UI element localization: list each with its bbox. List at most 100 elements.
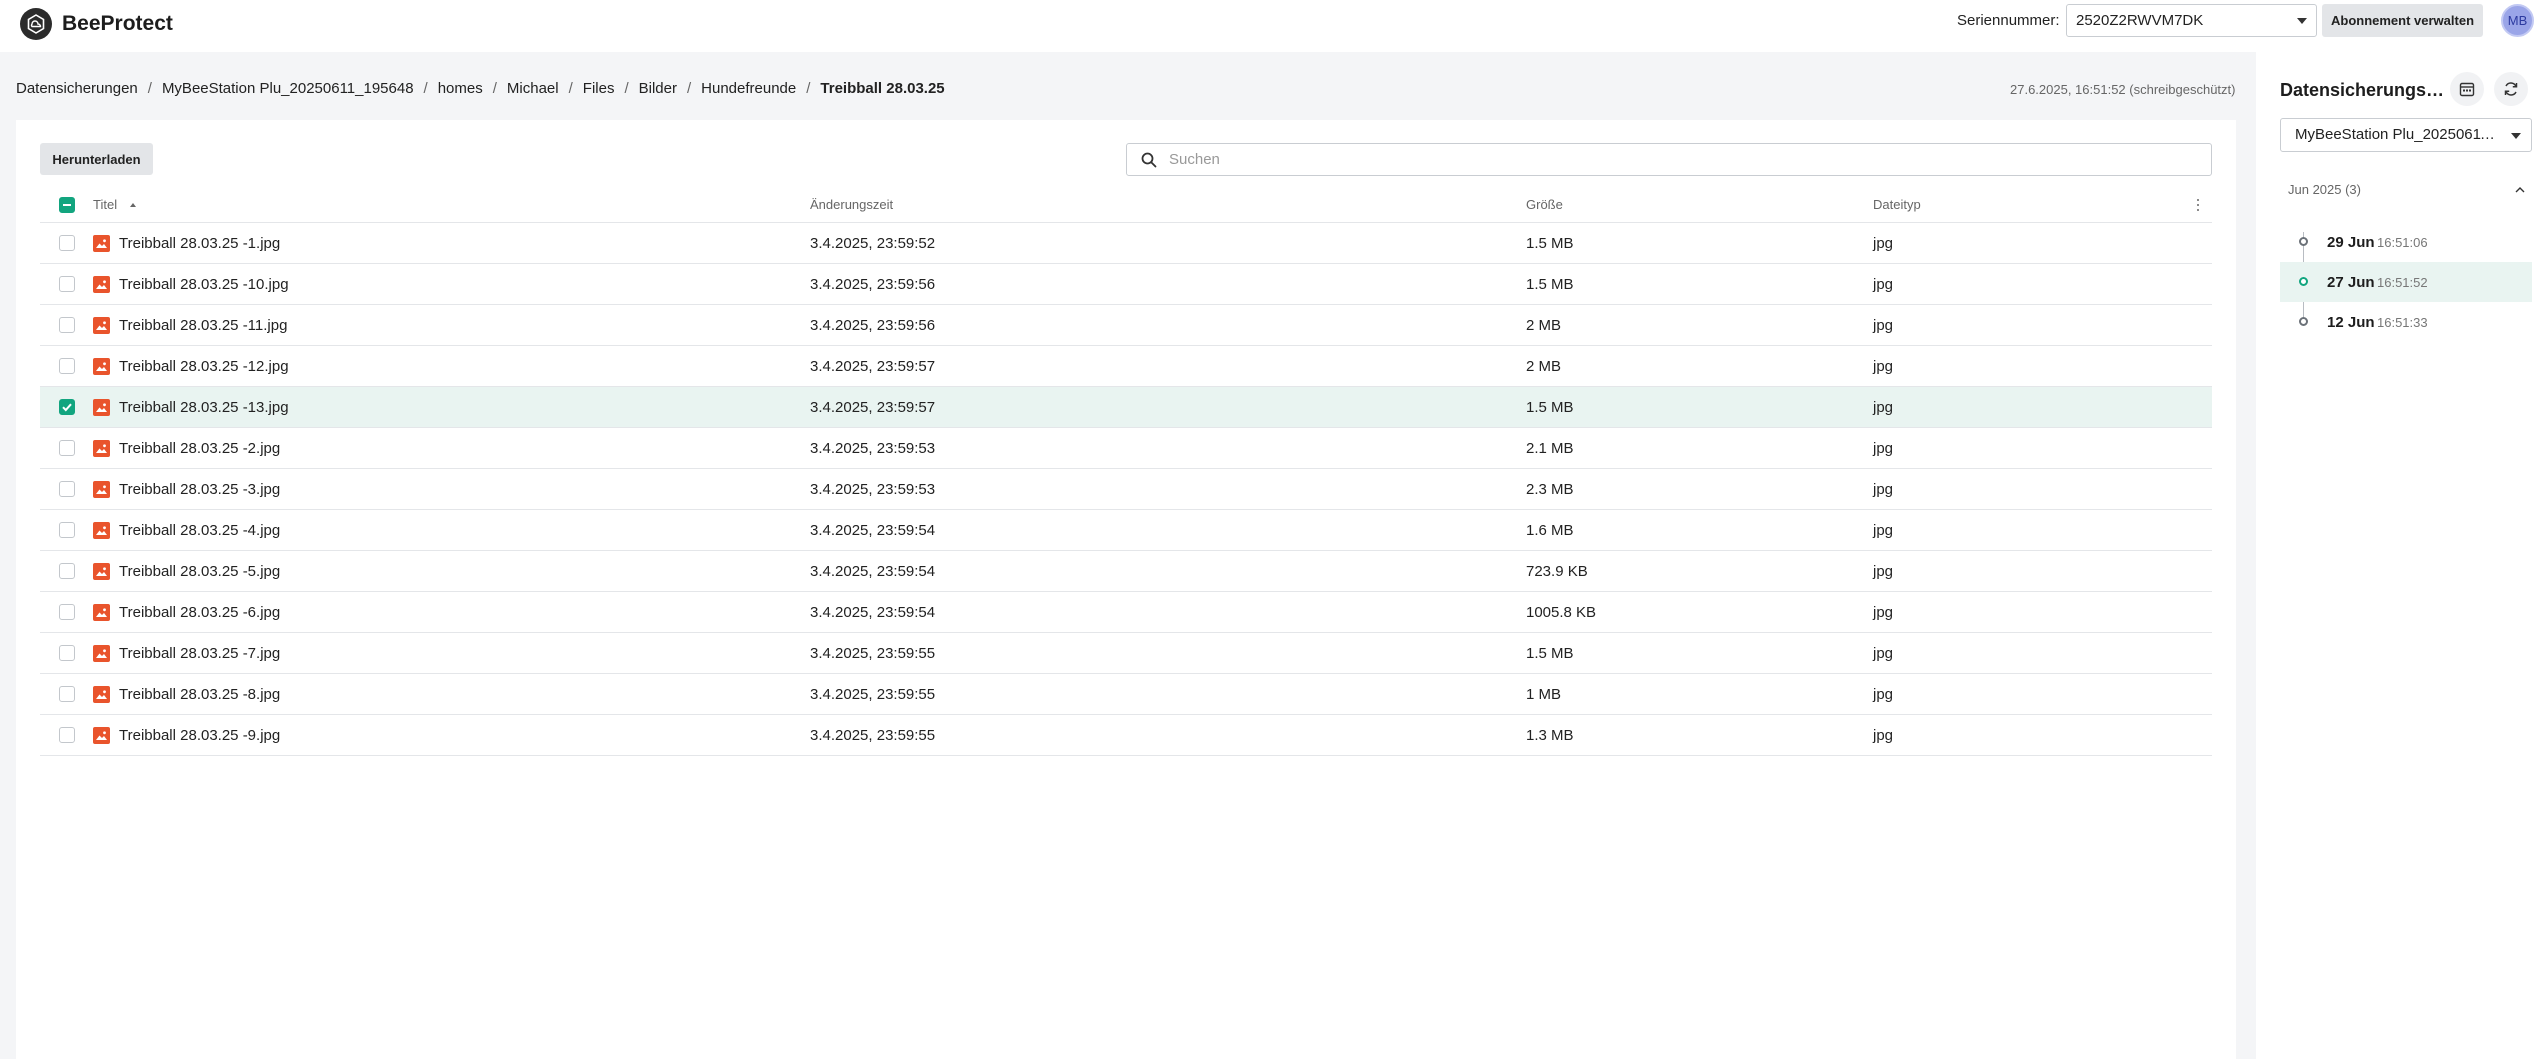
search-box[interactable] [1126, 143, 2212, 176]
breadcrumb-separator: / [806, 80, 811, 97]
snapshot-item[interactable]: 12 Jun 16:51:33 [2280, 302, 2532, 342]
image-file-icon [93, 562, 110, 580]
size-cell: 2.3 MB [1526, 480, 1574, 498]
snapshot-item[interactable]: 29 Jun 16:51:06 [2280, 222, 2532, 262]
column-header-size[interactable]: Größe [1526, 197, 1873, 212]
table-row[interactable]: Treibball 28.03.25 -12.jpg 3.4.2025, 23:5… [40, 346, 2212, 387]
table-row[interactable]: Treibball 28.03.25 -3.jpg 3.4.2025, 23:59… [40, 469, 2212, 510]
table-row[interactable]: Treibball 28.03.25 -11.jpg 3.4.2025, 23:5… [40, 305, 2212, 346]
select-all-checkbox[interactable] [58, 196, 75, 213]
file-name-cell[interactable]: Treibball 28.03.25 -4.jpg [93, 521, 810, 539]
table-row[interactable]: Treibball 28.03.25 -9.jpg 3.4.2025, 23:59… [40, 715, 2212, 756]
snapshot-date: 12 Jun [2327, 313, 2375, 331]
table-row[interactable]: Treibball 28.03.25 -7.jpg 3.4.2025, 23:59… [40, 633, 2212, 674]
refresh-button[interactable] [2494, 72, 2528, 106]
row-checkbox[interactable] [58, 604, 75, 620]
table-row[interactable]: Treibball 28.03.25 -4.jpg 3.4.2025, 23:59… [40, 510, 2212, 551]
search-icon [1141, 152, 1157, 167]
file-name-cell[interactable]: Treibball 28.03.25 -13.jpg [93, 398, 810, 416]
top-bar: BeeProtect Seriennummer: 2520Z2RWVM7DK A… [0, 0, 2538, 52]
modified-cell: 3.4.2025, 23:59:56 [810, 316, 936, 334]
snapshot-item[interactable]: 27 Jun 16:51:52 [2280, 262, 2532, 302]
type-cell: jpg [1873, 398, 1894, 416]
image-file-icon [93, 357, 110, 375]
breadcrumb-item-hundefreunde[interactable]: Hundefreunde [701, 80, 796, 97]
avatar[interactable]: MB [2501, 4, 2534, 37]
device-select[interactable]: MyBeeStation Plu_20250611_195648 [2280, 118, 2532, 152]
file-name-cell[interactable]: Treibball 28.03.25 -10.jpg [93, 275, 810, 293]
size-cell: 1.5 MB [1526, 234, 1574, 252]
row-checkbox[interactable] [58, 645, 75, 661]
size-cell: 2 MB [1526, 357, 1562, 375]
file-name-cell[interactable]: Treibball 28.03.25 -8.jpg [93, 685, 810, 703]
row-checkbox[interactable] [58, 317, 75, 333]
search-input[interactable] [1169, 151, 2169, 168]
breadcrumb-item-michael[interactable]: Michael [507, 80, 559, 97]
breadcrumb-item-datensicherungen[interactable]: Datensicherungen [16, 80, 138, 97]
row-checkbox[interactable] [58, 235, 75, 251]
type-cell: jpg [1873, 726, 1894, 744]
file-name-cell[interactable]: Treibball 28.03.25 -1.jpg [93, 234, 810, 252]
file-name-cell[interactable]: Treibball 28.03.25 -5.jpg [93, 562, 810, 580]
modified-cell: 3.4.2025, 23:59:55 [810, 644, 936, 662]
snapshot-info: 27.6.2025, 16:51:52 (schreibgeschützt) [2010, 82, 2236, 97]
type-cell: jpg [1873, 562, 1894, 580]
serial-number-label: Seriennummer: [1957, 12, 2060, 29]
breadcrumb-item-files[interactable]: Files [583, 80, 615, 97]
snapshot-time: 16:51:06 [2377, 234, 2428, 250]
snapshot-time: 16:51:52 [2377, 274, 2428, 290]
type-cell: jpg [1873, 603, 1894, 621]
table-row[interactable]: Treibball 28.03.25 -8.jpg 3.4.2025, 23:59… [40, 674, 2212, 715]
table-row[interactable]: Treibball 28.03.25 -10.jpg 3.4.2025, 23:5… [40, 264, 2212, 305]
size-cell: 1.5 MB [1526, 398, 1574, 416]
row-checkbox[interactable] [58, 522, 75, 538]
file-name-cell[interactable]: Treibball 28.03.25 -3.jpg [93, 480, 810, 498]
size-cell: 1 MB [1526, 685, 1562, 703]
table-row[interactable]: Treibball 28.03.25 -5.jpg 3.4.2025, 23:59… [40, 551, 2212, 592]
table-row[interactable]: Treibball 28.03.25 -6.jpg 3.4.2025, 23:59… [40, 592, 2212, 633]
file-name-cell[interactable]: Treibball 28.03.25 -12.jpg [93, 357, 810, 375]
serial-number-select[interactable]: 2520Z2RWVM7DK [2066, 4, 2317, 37]
file-name-cell[interactable]: Treibball 28.03.25 -6.jpg [93, 603, 810, 621]
file-name: Treibball 28.03.25 -9.jpg [119, 726, 281, 744]
file-name-cell[interactable]: Treibball 28.03.25 -9.jpg [93, 726, 810, 744]
table-row[interactable]: Treibball 28.03.25 -1.jpg 3.4.2025, 23:59… [40, 223, 2212, 264]
refresh-icon [2504, 82, 2518, 96]
row-checkbox[interactable] [58, 686, 75, 702]
type-cell: jpg [1873, 357, 1894, 375]
size-cell: 1.6 MB [1526, 521, 1574, 539]
calendar-button[interactable] [2450, 72, 2484, 106]
file-name-cell[interactable]: Treibball 28.03.25 -11.jpg [93, 316, 810, 334]
download-button[interactable]: Herunterladen [40, 143, 153, 175]
type-cell: jpg [1873, 480, 1894, 498]
breadcrumb-item-device[interactable]: MyBeeStation Plu_20250611_195648 [162, 80, 414, 97]
breadcrumb-separator: / [686, 80, 692, 97]
table-row[interactable]: Treibball 28.03.25 -2.jpg 3.4.2025, 23:59… [40, 428, 2212, 469]
file-name-cell[interactable]: Treibball 28.03.25 -7.jpg [93, 644, 810, 662]
column-header-modified[interactable]: Änderungszeit [810, 197, 1526, 212]
row-checkbox[interactable] [58, 481, 75, 497]
row-checkbox[interactable] [58, 358, 75, 374]
beeprotect-logo-icon [20, 8, 52, 40]
brand[interactable]: BeeProtect [20, 8, 173, 40]
row-checkbox[interactable] [58, 399, 75, 415]
row-checkbox[interactable] [58, 440, 75, 456]
modified-cell: 3.4.2025, 23:59:57 [810, 357, 936, 375]
file-name: Treibball 28.03.25 -3.jpg [119, 480, 281, 498]
column-title-label: Titel [93, 197, 118, 212]
table-row[interactable]: Treibball 28.03.25 -13.jpg 3.4.2025, 23:5… [40, 387, 2212, 428]
breadcrumb-item-bilder[interactable]: Bilder [639, 80, 677, 97]
file-name-cell[interactable]: Treibball 28.03.25 -2.jpg [93, 439, 810, 457]
month-group-header[interactable]: Jun 2025 (3) [2288, 182, 2532, 197]
column-header-type[interactable]: Dateityp [1873, 197, 2173, 212]
row-checkbox[interactable] [58, 727, 75, 743]
breadcrumb-separator: / [492, 80, 497, 97]
caret-down-icon [2297, 18, 2307, 24]
breadcrumb-item-homes[interactable]: homes [438, 80, 483, 97]
row-checkbox[interactable] [58, 276, 75, 292]
more-vertical-icon[interactable] [2192, 197, 2204, 213]
manage-subscription-button[interactable]: Abonnement verwalten [2322, 4, 2483, 37]
chevron-up-icon [2515, 187, 2525, 193]
column-header-title[interactable]: Titel [93, 197, 810, 212]
row-checkbox[interactable] [58, 563, 75, 579]
